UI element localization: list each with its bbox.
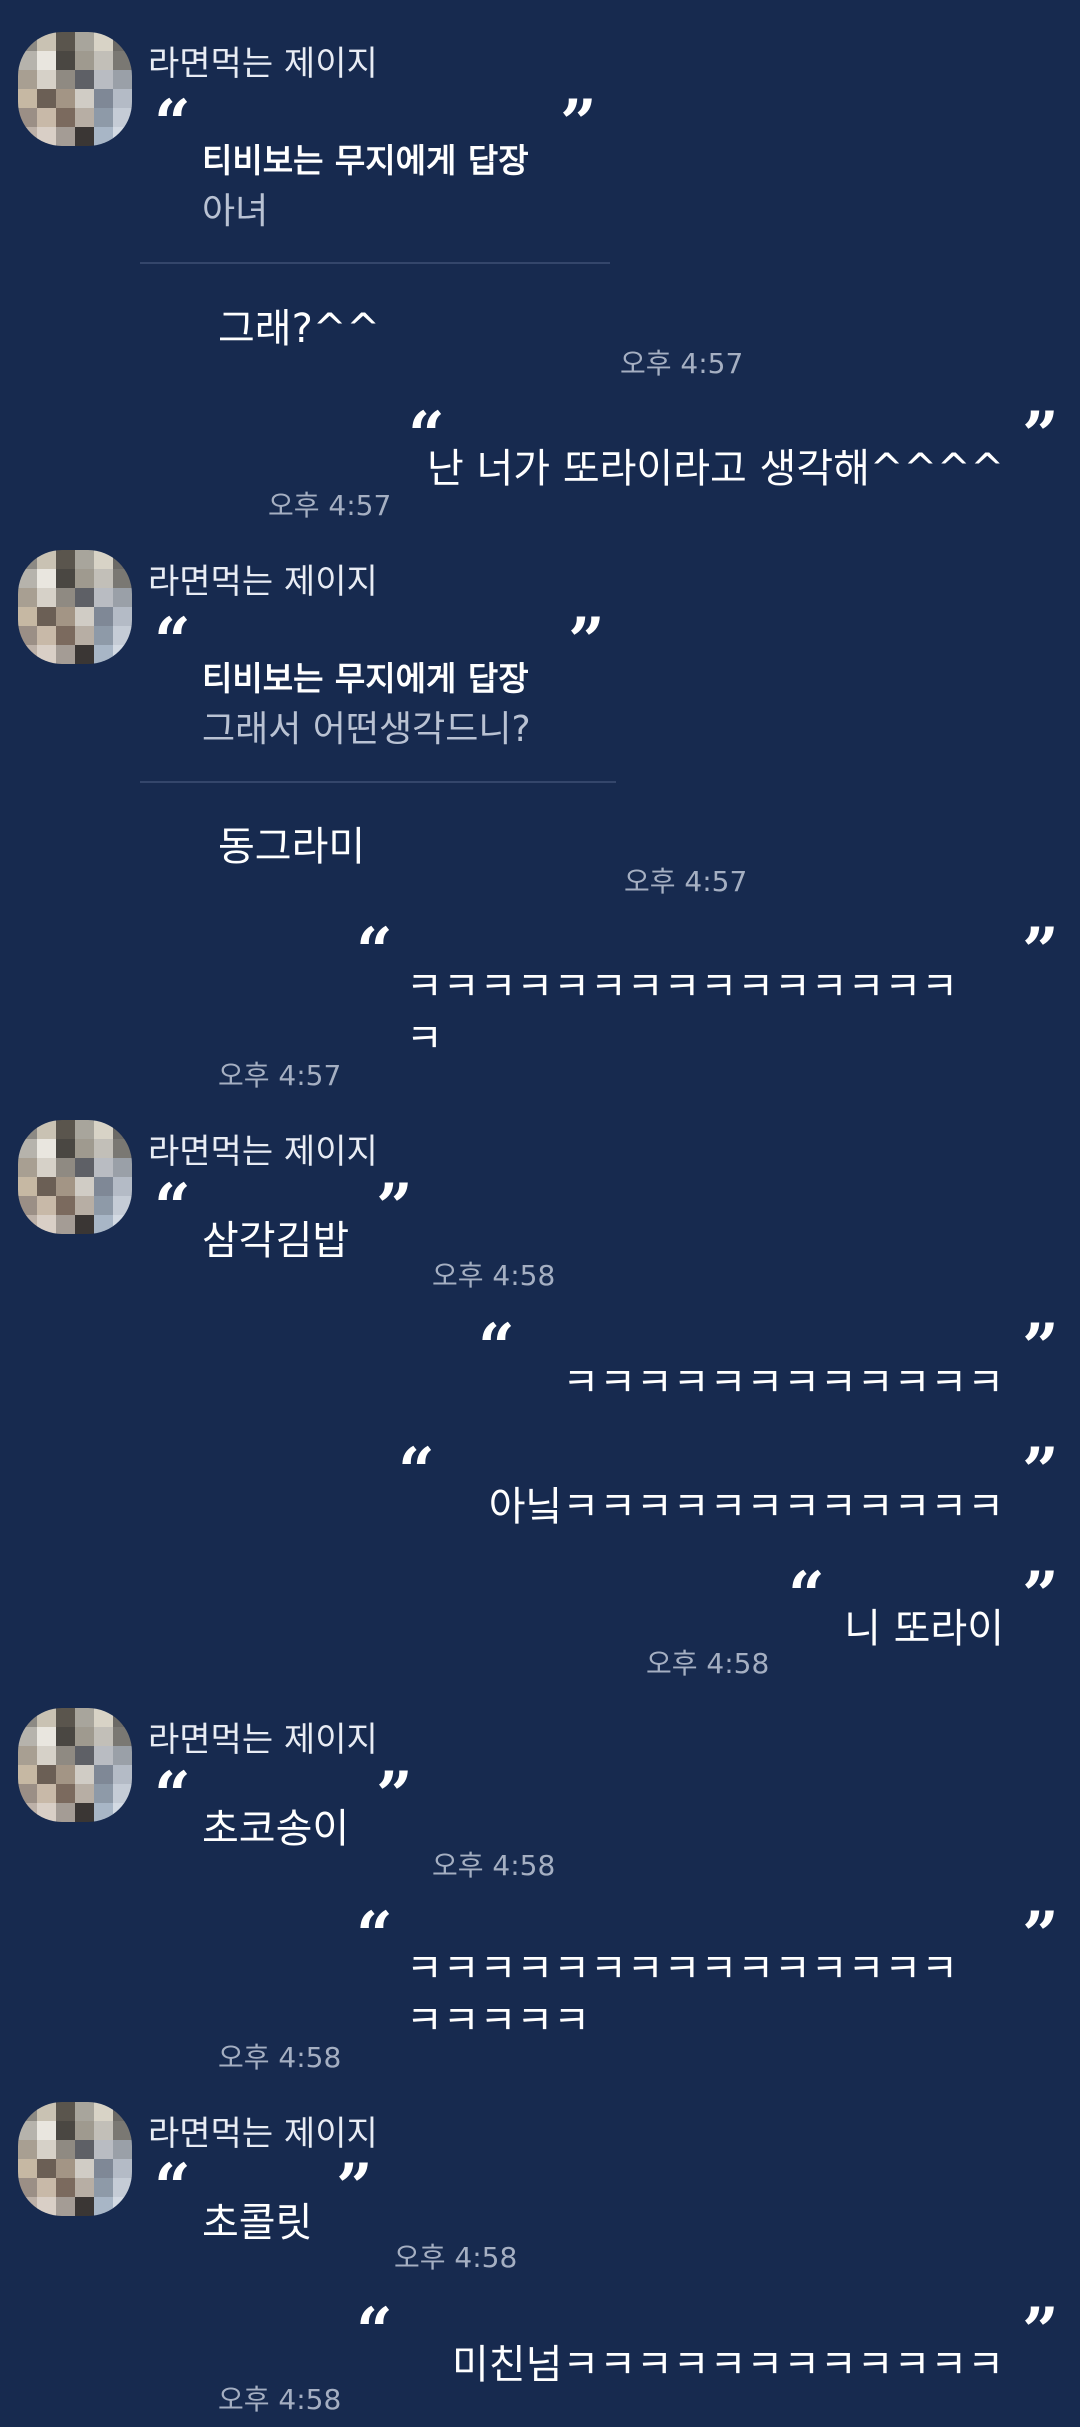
chat-message[interactable]: 초코송이	[202, 1796, 349, 1854]
sender-avatar[interactable]	[18, 2102, 132, 2216]
open-quote-icon: “	[154, 2150, 191, 2225]
close-quote-icon: ”	[1022, 1310, 1059, 1385]
sender-avatar[interactable]	[18, 550, 132, 664]
close-quote-icon: ”	[376, 1758, 413, 1833]
chat-message-line[interactable]: ㅋ	[406, 1006, 443, 1064]
close-quote-icon: ”	[336, 2150, 373, 2225]
chat-message[interactable]: 동그라미	[218, 814, 365, 872]
open-quote-icon: “	[478, 1310, 515, 1385]
chat-message[interactable]: 삼각김밥	[202, 1208, 349, 1266]
message-time: 오후 4:57	[620, 347, 744, 380]
chat-message-line[interactable]: ㅋㅋㅋㅋㅋㅋㅋㅋㅋㅋㅋㅋㅋㅋㅋ	[406, 1936, 958, 1994]
reply-to-label: 티비보는 무지에게 답장	[202, 141, 529, 180]
chat-message[interactable]: ㅋㅋㅋㅋㅋㅋㅋㅋㅋㅋㅋㅋ	[562, 1350, 1004, 1408]
close-quote-icon: ”	[376, 1170, 413, 1245]
sender-name: 라면먹는 제이지	[148, 1132, 378, 1172]
open-quote-icon: “	[154, 86, 191, 161]
reply-to-label: 티비보는 무지에게 답장	[202, 659, 529, 698]
message-time: 오후 4:58	[218, 2383, 342, 2416]
message-time: 오후 4:58	[646, 1647, 770, 1680]
open-quote-icon: “	[154, 1170, 191, 1245]
chat-message[interactable]: 그래?^^	[218, 296, 380, 354]
reply-quoted-text: 아녀	[202, 191, 269, 232]
chat-message[interactable]: 난 너가 또라이라고 생각해^^^^	[427, 436, 1004, 494]
message-time: 오후 4:58	[432, 1849, 556, 1882]
sender-avatar[interactable]	[18, 32, 132, 146]
open-quote-icon: “	[154, 1758, 191, 1833]
chat-message[interactable]: 아닠ㅋㅋㅋㅋㅋㅋㅋㅋㅋㅋㅋㅋ	[489, 1474, 1004, 1532]
close-quote-icon: ”	[568, 604, 605, 679]
message-time: 오후 4:58	[394, 2241, 518, 2274]
open-quote-icon: “	[356, 1898, 393, 1973]
reply-divider	[140, 262, 610, 264]
close-quote-icon: ”	[1022, 1434, 1059, 1509]
message-time: 오후 4:57	[624, 865, 748, 898]
close-quote-icon: ”	[1022, 1898, 1059, 1973]
sender-name: 라면먹는 제이지	[148, 1720, 378, 1760]
close-quote-icon: ”	[1022, 1558, 1059, 1633]
sender-name: 라면먹는 제이지	[148, 2114, 378, 2154]
open-quote-icon: “	[154, 604, 191, 679]
open-quote-icon: “	[356, 2294, 393, 2369]
sender-avatar[interactable]	[18, 1120, 132, 1234]
sender-avatar[interactable]	[18, 1708, 132, 1822]
open-quote-icon: “	[398, 1434, 435, 1509]
chat-message[interactable]: 초콜릿	[202, 2190, 312, 2248]
close-quote-icon: ”	[1022, 2294, 1059, 2369]
open-quote-icon: “	[356, 914, 393, 989]
chat-message[interactable]: 니 또라이	[844, 1596, 1004, 1654]
close-quote-icon: ”	[1022, 914, 1059, 989]
message-time: 오후 4:57	[218, 1059, 342, 1092]
sender-name: 라면먹는 제이지	[148, 562, 378, 602]
message-time: 오후 4:57	[268, 489, 392, 522]
message-time: 오후 4:58	[218, 2041, 342, 2074]
close-quote-icon: ”	[1022, 398, 1059, 473]
sender-name: 라면먹는 제이지	[148, 44, 378, 84]
chat-message-line[interactable]: ㅋㅋㅋㅋㅋㅋㅋㅋㅋㅋㅋㅋㅋㅋㅋ	[406, 954, 958, 1012]
open-quote-icon: “	[788, 1558, 825, 1633]
chat-screen: 라면먹는 제이지 “ ” 티비보는 무지에게 답장 아녀 그래?^^ 오후 4:…	[0, 0, 1080, 2427]
close-quote-icon: ”	[560, 86, 597, 161]
message-time: 오후 4:58	[432, 1259, 556, 1292]
chat-message[interactable]: 미친넘ㅋㅋㅋㅋㅋㅋㅋㅋㅋㅋㅋㅋ	[452, 2332, 1004, 2390]
reply-divider	[140, 781, 616, 783]
chat-message-line[interactable]: ㅋㅋㅋㅋㅋ	[406, 1988, 590, 2046]
reply-quoted-text: 그래서 어떤생각드니?	[202, 709, 531, 750]
